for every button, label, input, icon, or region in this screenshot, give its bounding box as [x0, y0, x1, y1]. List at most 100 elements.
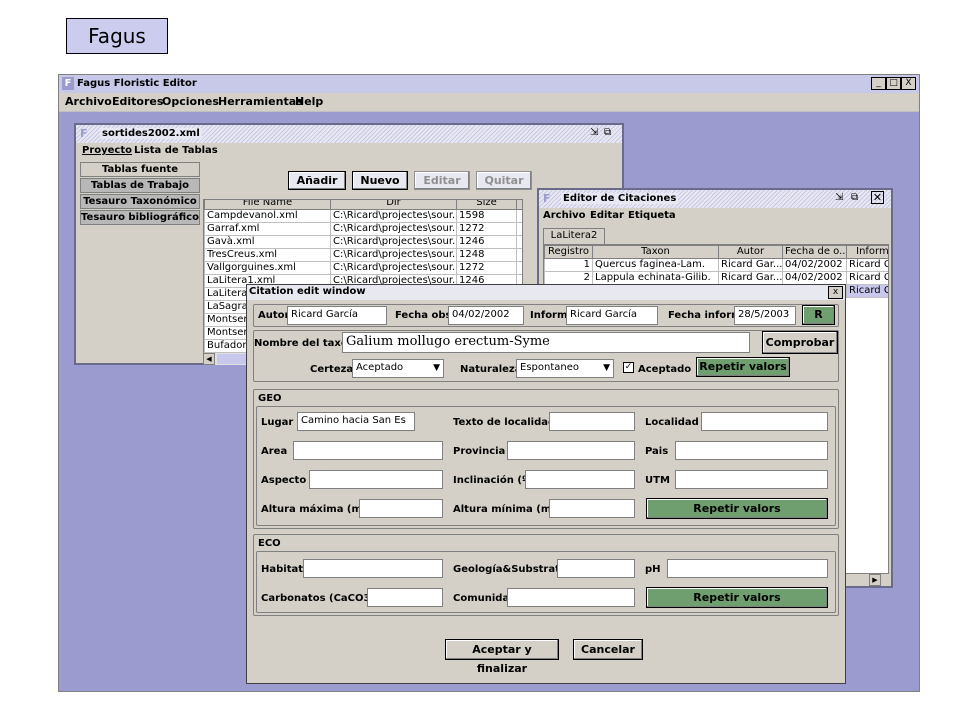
naturaleza-value: Espontaneo — [520, 362, 579, 373]
column-header-registro[interactable]: Registro — [544, 245, 593, 259]
table-cell: Garraf.xml — [204, 222, 331, 236]
repetir-valors-eco-button[interactable]: Repetir valors — [646, 587, 828, 608]
close-icon[interactable]: X — [901, 77, 916, 90]
column-header-fecha[interactable]: Fecha de o... — [782, 245, 847, 259]
minimize-icon[interactable]: ⇲ — [835, 192, 843, 203]
menu-proyecto[interactable]: Proyecto — [82, 145, 132, 156]
maximize-icon[interactable]: □ — [886, 77, 901, 90]
cancelar-button[interactable]: Cancelar — [573, 639, 643, 660]
menu-herramientas[interactable]: Herramientas — [218, 95, 303, 108]
area-field[interactable] — [293, 441, 443, 460]
scroll-left-icon[interactable]: ◀ — [203, 353, 215, 365]
edit-button[interactable]: Editar — [414, 171, 470, 190]
menu-archivo[interactable]: Archivo — [543, 210, 586, 221]
comunidad-field[interactable] — [507, 588, 635, 607]
repetir-valors-button[interactable]: Repetir valors — [696, 357, 790, 377]
column-header-informa[interactable]: Informa — [846, 245, 888, 259]
scroll-right-icon[interactable]: ▶ — [869, 574, 881, 586]
dropdown-arrow-icon[interactable]: ▼ — [603, 363, 610, 373]
geologia-field[interactable] — [557, 559, 635, 578]
texto-localidad-field[interactable] — [549, 412, 635, 431]
maximize-icon[interactable]: ⧉ — [604, 127, 611, 138]
ph-field[interactable] — [667, 559, 828, 578]
fecha-inform-field[interactable]: 28/5/2003 — [734, 306, 796, 325]
altura-max-field[interactable] — [359, 499, 443, 518]
citation-edit-title: Citation edit window — [249, 286, 366, 297]
lugar-field[interactable]: Camino hacia San Es — [297, 412, 415, 431]
table-cell: C:\Ricard\projectes\sour... — [330, 248, 457, 262]
table-row[interactable]: Garraf.xml C:\Ricard\projectes\sour... 127… — [204, 222, 522, 236]
comprobar-button[interactable]: Comprobar — [762, 331, 838, 354]
carbonatos-field[interactable] — [367, 588, 443, 607]
fecha-obs-field[interactable]: 04/02/2002 — [448, 306, 524, 325]
eco-group: ECO Habitat Geología&Substrato pH Carbon… — [253, 534, 839, 616]
table-row[interactable]: Campdevanol.xml C:\Ricard\projectes\sour.… — [204, 209, 522, 223]
certeza-select[interactable]: Aceptado ▼ — [352, 359, 444, 378]
sortides-titlebar[interactable]: F sortides2002.xml ⇲ ⧉ — [76, 125, 622, 143]
tab-tablas-fuente[interactable]: Tablas fuente — [80, 162, 200, 177]
maximize-icon[interactable]: ⧉ — [851, 192, 858, 203]
inclinacion-field[interactable] — [525, 470, 635, 489]
column-header-dir[interactable]: Dir — [330, 200, 457, 210]
main-titlebar[interactable]: F Fagus Floristic Editor _ □ X — [59, 75, 919, 93]
taxon-field[interactable]: Galium mollugo erectum-Syme — [342, 332, 750, 353]
table-cell: Ricard C — [846, 284, 888, 298]
localidad-field[interactable] — [701, 412, 828, 431]
habitat-field[interactable] — [303, 559, 443, 578]
column-header-size[interactable]: Size — [456, 200, 517, 210]
citaciones-titlebar[interactable]: F Editor de Citaciones ⇲ ⧉ ✕ — [539, 190, 891, 208]
minimize-icon[interactable]: ⇲ — [590, 127, 598, 138]
menu-editores[interactable]: Editores — [112, 95, 163, 108]
tab-tablas-trabajo[interactable]: Tablas de Trabajo — [80, 178, 200, 193]
pais-field[interactable] — [675, 441, 828, 460]
menu-archivo[interactable]: Archivo — [65, 95, 112, 108]
aspecto-field[interactable] — [309, 470, 443, 489]
header-row-box: Autor Ricard García Fecha obs. 04/02/200… — [253, 304, 839, 327]
menu-help[interactable]: Help — [295, 95, 323, 108]
citation-edit-titlebar[interactable]: Citation edit window x — [247, 285, 845, 300]
naturaleza-select[interactable]: Espontaneo ▼ — [516, 359, 614, 378]
tab-tesauro-taxonomico[interactable]: Tesauro Taxonómico — [80, 194, 200, 209]
desktop-area: F sortides2002.xml ⇲ ⧉ Proyecto Lista de… — [59, 112, 919, 691]
table-row[interactable]: Gavà.xml C:\Ricard\projectes\sour... 1246 — [204, 235, 522, 249]
geo-legend: GEO — [258, 393, 282, 404]
tab-lalitera2[interactable]: LaLitera2 — [543, 228, 605, 244]
provincia-field[interactable] — [507, 441, 635, 460]
menu-etiqueta[interactable]: Etiqueta — [628, 210, 676, 221]
aceptado-checkbox[interactable]: ✓ — [623, 362, 634, 373]
column-header-taxon[interactable]: Taxon — [592, 245, 719, 259]
table-cell — [516, 235, 522, 249]
add-button[interactable]: Añadir — [288, 171, 346, 190]
utm-field[interactable] — [675, 470, 828, 489]
table-cell: 1246 — [456, 235, 517, 249]
table-row[interactable]: TresCreus.xml C:\Ricard\projectes\sour...… — [204, 248, 522, 262]
table-row[interactable]: Vallgorguines.xml C:\Ricard\projectes\sou… — [204, 261, 522, 275]
taxon-label: Nombre del taxon — [254, 338, 355, 349]
table-row[interactable]: 2 Lappula echinata-Gilib. Ricard Gar... 04/… — [544, 271, 888, 285]
tab-tesauro-bibliografico[interactable]: Tesauro bibliográfico — [80, 210, 200, 225]
menu-lista-tablas[interactable]: Lista de Tablas — [134, 145, 218, 156]
dropdown-arrow-icon[interactable]: ▼ — [433, 363, 440, 373]
new-button[interactable]: Nuevo — [352, 171, 408, 190]
carbonatos-label: Carbonatos (CaCO3) — [261, 593, 376, 604]
r-button[interactable]: R — [802, 305, 835, 325]
column-header-autor[interactable]: Autor — [718, 245, 783, 259]
localidad-label: Localidad — [645, 417, 699, 428]
altura-min-field[interactable] — [549, 499, 635, 518]
slide-title: Fagus — [66, 18, 168, 54]
column-header-filename[interactable]: File Name — [204, 200, 331, 210]
autor-field[interactable]: Ricard García — [287, 306, 387, 325]
menu-editar[interactable]: Editar — [590, 210, 624, 221]
table-cell: C:\Ricard\projectes\sour... — [330, 261, 457, 275]
inform-field[interactable]: Ricard García — [566, 306, 658, 325]
table-row[interactable]: 1 Quercus faginea-Lam. Ricard Gar... 04/02/… — [544, 258, 888, 272]
remove-button[interactable]: Quitar — [476, 171, 532, 190]
aceptar-finalizar-button[interactable]: Aceptar y finalizar — [445, 639, 559, 675]
menu-opciones[interactable]: Opciones — [162, 95, 219, 108]
table-cell: Quercus faginea-Lam. — [592, 258, 719, 272]
column-header-empty — [516, 200, 522, 210]
close-icon[interactable]: ✕ — [871, 191, 884, 204]
minimize-icon[interactable]: _ — [871, 77, 886, 90]
repetir-valors-geo-button[interactable]: Repetir valors — [646, 498, 828, 519]
close-icon[interactable]: x — [828, 286, 843, 299]
